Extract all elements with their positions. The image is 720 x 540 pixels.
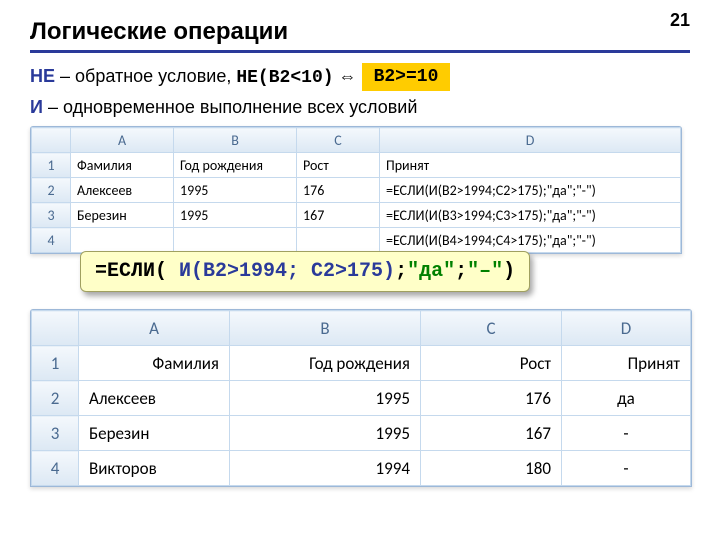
formula-callout: =ЕСЛИ( И(B2>1994; C2>175);"да";"–")	[80, 251, 530, 292]
cell[interactable]: Викторов	[79, 451, 230, 486]
cell[interactable]: да	[562, 381, 691, 416]
title-divider	[30, 50, 690, 53]
col-C[interactable]: C	[297, 128, 380, 153]
cell[interactable]: 167	[297, 203, 380, 228]
f-p1: =ЕСЛИ(	[95, 260, 167, 283]
cell[interactable]: 176	[421, 381, 562, 416]
sel-all-corner[interactable]	[32, 128, 71, 153]
page-number: 21	[670, 10, 690, 31]
cell[interactable]: Принят	[562, 346, 691, 381]
cell[interactable]: -	[562, 416, 691, 451]
cell[interactable]: =ЕСЛИ(И(B2>1994;C2>175);"да";"-")	[380, 178, 681, 203]
f-p3: ;	[395, 260, 407, 283]
f-p2: И(B2>1994; C2>175)	[167, 260, 395, 283]
line-and: И – одновременное выполнение всех услови…	[30, 97, 690, 118]
spreadsheet-formulas: A B C D 1 Фамилия Год рождения Рост Прин…	[30, 126, 682, 254]
col-A[interactable]: A	[71, 128, 174, 153]
row-2[interactable]: 2	[32, 381, 79, 416]
cell[interactable]: 176	[297, 178, 380, 203]
cell[interactable]: 167	[421, 416, 562, 451]
badge-b2ge10: B2>=10	[362, 63, 451, 91]
col-A[interactable]: A	[79, 311, 230, 346]
cell[interactable]: 1995	[174, 203, 297, 228]
row-4[interactable]: 4	[32, 228, 71, 253]
cell[interactable]: 1994	[230, 451, 421, 486]
row-1[interactable]: 1	[32, 346, 79, 381]
sel-all-corner[interactable]	[32, 311, 79, 346]
col-D[interactable]: D	[380, 128, 681, 153]
kw-and: И	[30, 97, 43, 117]
cell[interactable]	[71, 228, 174, 253]
f-p6: "–"	[467, 260, 503, 283]
cell[interactable]: Год рождения	[174, 153, 297, 178]
col-D[interactable]: D	[562, 311, 691, 346]
cell[interactable]: Алексеев	[71, 178, 174, 203]
cell[interactable]: Фамилия	[71, 153, 174, 178]
cell[interactable]: 1995	[230, 381, 421, 416]
cell[interactable]: Березин	[79, 416, 230, 451]
row-2[interactable]: 2	[32, 178, 71, 203]
row-4[interactable]: 4	[32, 451, 79, 486]
cell[interactable]: Рост	[421, 346, 562, 381]
cell[interactable]: 180	[421, 451, 562, 486]
cell[interactable]: =ЕСЛИ(И(B4>1994;C4>175);"да";"-")	[380, 228, 681, 253]
kw-not: НЕ	[30, 66, 55, 86]
cell[interactable]	[174, 228, 297, 253]
f-p7: )	[503, 260, 515, 283]
line-and-text: – одновременное выполнение всех условий	[43, 97, 417, 117]
cell[interactable]: 1995	[230, 416, 421, 451]
cell[interactable]: Год рождения	[230, 346, 421, 381]
f-p4: "да"	[407, 260, 455, 283]
cell[interactable]: Алексеев	[79, 381, 230, 416]
cell[interactable]: Фамилия	[79, 346, 230, 381]
col-C[interactable]: C	[421, 311, 562, 346]
cell[interactable]	[297, 228, 380, 253]
f-p5: ;	[455, 260, 467, 283]
col-B[interactable]: B	[174, 128, 297, 153]
spreadsheet-results: A B C D 1 Фамилия Год рождения Рост Прин…	[30, 309, 692, 487]
code-not: НЕ(B2<10)	[236, 68, 333, 88]
line-not: НЕ – обратное условие, НЕ(B2<10) ⇔ B2>=1…	[30, 63, 690, 91]
row-1[interactable]: 1	[32, 153, 71, 178]
cell[interactable]: Рост	[297, 153, 380, 178]
arrows: ⇔	[334, 66, 362, 86]
cell[interactable]: Березин	[71, 203, 174, 228]
page-title: Логические операции	[30, 18, 690, 46]
row-3[interactable]: 3	[32, 416, 79, 451]
col-B[interactable]: B	[230, 311, 421, 346]
row-3[interactable]: 3	[32, 203, 71, 228]
cell[interactable]: Принят	[380, 153, 681, 178]
cell[interactable]: -	[562, 451, 691, 486]
cell[interactable]: =ЕСЛИ(И(B3>1994;C3>175);"да";"-")	[380, 203, 681, 228]
line-not-text: – обратное условие,	[55, 66, 236, 86]
cell[interactable]: 1995	[174, 178, 297, 203]
